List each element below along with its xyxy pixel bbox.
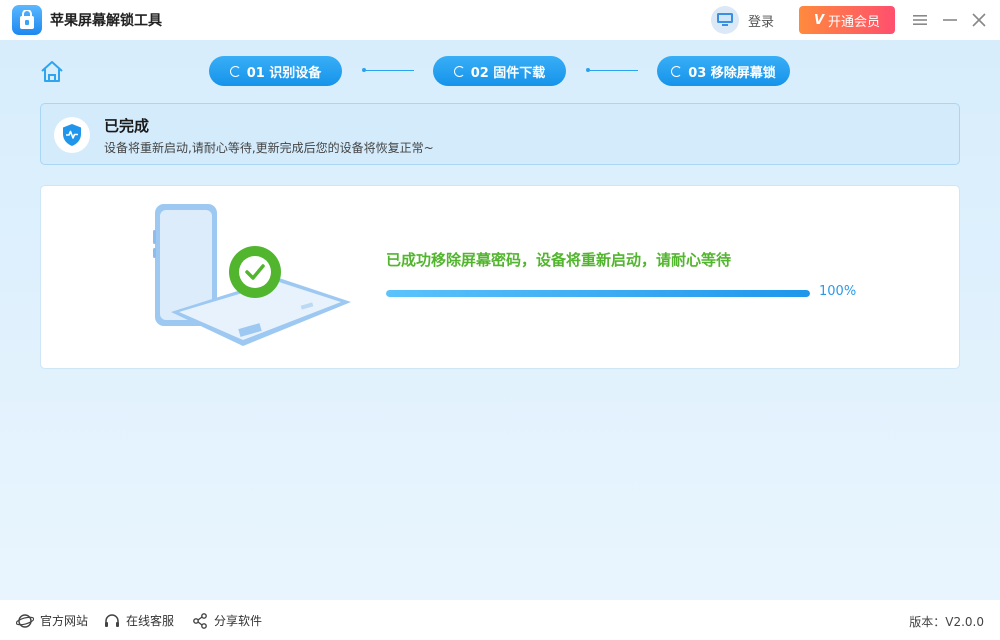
home-icon[interactable]: [39, 59, 65, 85]
vip-mark: V: [813, 12, 825, 28]
footer-bar: 官方网站 在线客服 分享软件 版本：V2.0.0: [0, 600, 1000, 640]
status-banner: 已完成 设备将重新启动,请耐心等待,更新完成后您的设备将恢复正常~: [40, 103, 960, 165]
main-area: 01 识别设备 02 固件下载 03 移除屏幕锁 已完成 设备将重新启动,请耐心…: [0, 40, 1000, 600]
official-site-link[interactable]: 官方网站: [16, 612, 88, 629]
share-icon: [193, 612, 207, 629]
lock-bag-icon: [20, 10, 34, 29]
app-title: 苹果屏幕解锁工具: [50, 13, 162, 29]
menu-icon[interactable]: [910, 10, 930, 30]
minimize-icon[interactable]: [940, 10, 960, 30]
device-illustration: [153, 204, 351, 346]
online-service-link[interactable]: 在线客服: [104, 612, 174, 629]
app-logo: [12, 5, 42, 35]
globe-icon: [16, 613, 34, 628]
step-identify-device: 01 识别设备: [209, 56, 342, 86]
login-link[interactable]: 登录: [748, 11, 774, 30]
official-site-label: 官方网站: [40, 614, 89, 628]
step-status-icon: [671, 65, 683, 77]
step-firmware-download: 02 固件下载: [433, 56, 566, 86]
step-remove-screen-lock: 03 移除屏幕锁: [657, 56, 790, 86]
progress-bar: [386, 290, 810, 297]
step-label: 03 移除屏幕锁: [688, 65, 776, 81]
status-description: 设备将重新启动,请耐心等待,更新完成后您的设备将恢复正常~: [104, 141, 434, 155]
step-connector: [362, 68, 414, 72]
success-message: 已成功移除屏幕密码，设备将重新启动，请耐心等待: [386, 251, 732, 269]
close-icon[interactable]: [969, 10, 989, 30]
login-avatar-icon[interactable]: [711, 6, 739, 34]
version-label: 版本：V2.0.0: [909, 615, 984, 629]
step-label: 02 固件下载: [470, 65, 546, 81]
step-status-icon: [229, 65, 241, 77]
share-software-link[interactable]: 分享软件: [192, 612, 262, 629]
progress-fill: [386, 290, 810, 297]
status-title: 已完成: [104, 117, 150, 135]
vip-button[interactable]: V 开通会员: [799, 6, 895, 34]
online-service-label: 在线客服: [126, 614, 175, 628]
result-card: 已成功移除屏幕密码，设备将重新启动，请耐心等待 100%: [40, 185, 960, 369]
vip-button-label: 开通会员: [828, 14, 881, 30]
step-connector: [586, 68, 638, 72]
title-bar: 苹果屏幕解锁工具 登录 V 开通会员: [0, 0, 1000, 40]
shield-icon: [54, 117, 90, 153]
headset-icon: [105, 613, 119, 627]
progress-percent: 100%: [819, 284, 857, 299]
step-status-icon: [453, 65, 465, 77]
step-label: 01 识别设备: [246, 65, 322, 81]
share-software-label: 分享软件: [214, 614, 263, 628]
